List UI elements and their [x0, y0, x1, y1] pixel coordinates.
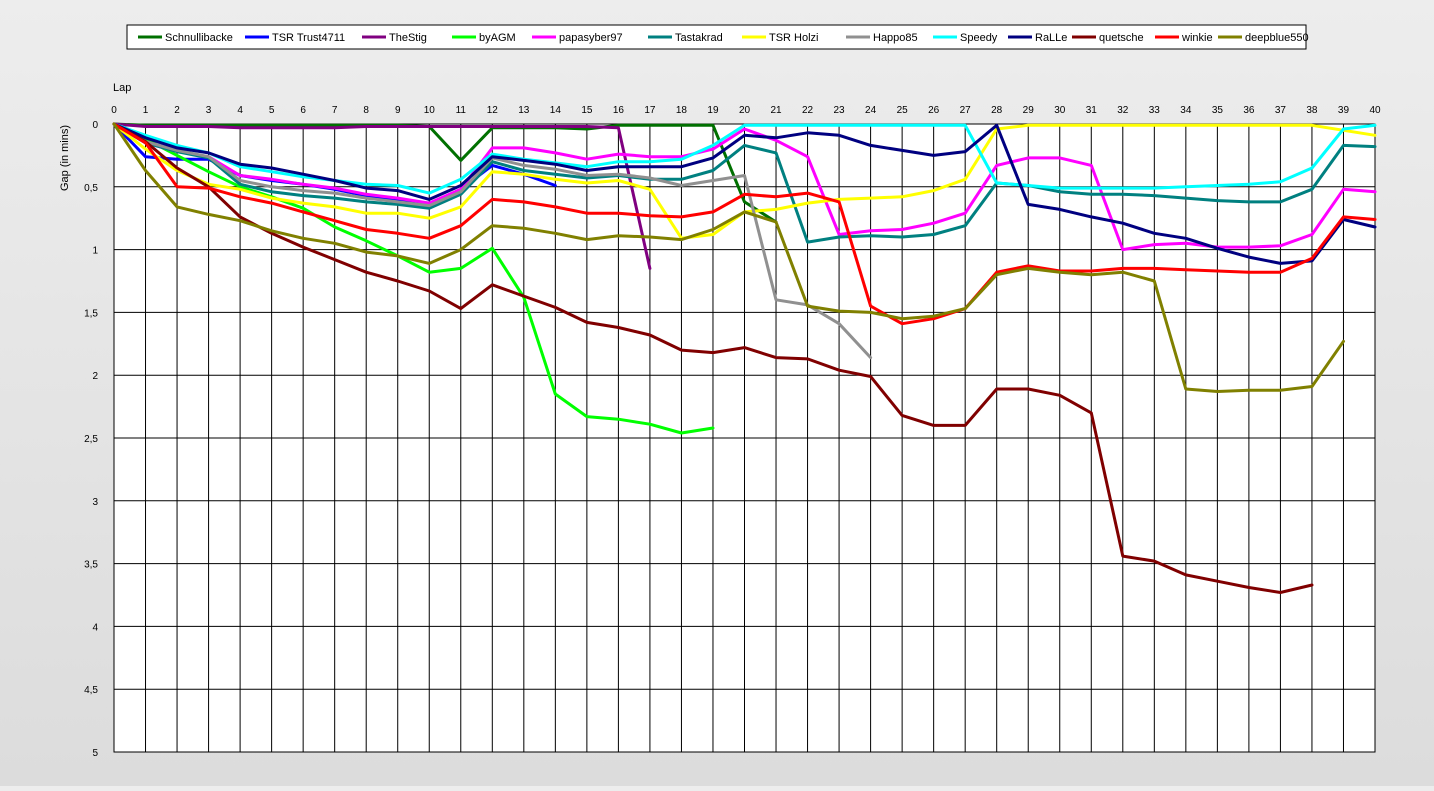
x-tick-label: 6 — [300, 105, 306, 116]
y-tick-label: 3,5 — [84, 560, 98, 571]
y-axis-label: Gap (in mins) — [59, 125, 71, 191]
x-tick-label: 8 — [363, 105, 369, 116]
x-tick-label: 31 — [1086, 105, 1098, 116]
x-tick-label: 37 — [1275, 105, 1287, 116]
x-tick-label: 4 — [237, 105, 243, 116]
x-tick-label: 13 — [518, 105, 530, 116]
legend-label: Tastakrad — [675, 32, 723, 44]
x-tick-label: 7 — [332, 105, 338, 116]
x-tick-label: 40 — [1369, 105, 1381, 116]
y-tick-label: 2 — [92, 371, 98, 382]
x-tick-label: 19 — [707, 105, 719, 116]
x-tick-label: 24 — [865, 105, 877, 116]
x-tick-label: 27 — [960, 105, 972, 116]
y-tick-label: 4 — [92, 622, 98, 633]
x-tick-label: 32 — [1117, 105, 1129, 116]
x-tick-label: 39 — [1338, 105, 1350, 116]
x-tick-label: 9 — [395, 105, 401, 116]
x-tick-label: 3 — [206, 105, 212, 116]
x-tick-label: 15 — [581, 105, 593, 116]
y-tick-label: 3 — [92, 497, 98, 508]
legend-label: papasyber97 — [559, 32, 623, 44]
x-tick-label: 1 — [143, 105, 149, 116]
lap-gap-chart: Schnullibacke TSR Trust4711 TheStig byAGM pa… — [0, 0, 1434, 786]
x-tick-label: 14 — [550, 105, 562, 116]
legend-label: winkie — [1181, 32, 1213, 44]
x-tick-label: 23 — [834, 105, 846, 116]
x-tick-label: 16 — [613, 105, 625, 116]
x-tick-label: 17 — [644, 105, 656, 116]
x-tick-label: 33 — [1149, 105, 1161, 116]
y-tick-label: 0,5 — [84, 183, 98, 194]
legend-label: Happo85 — [873, 32, 918, 44]
x-tick-label: 11 — [456, 105, 467, 116]
y-tick-label: 2,5 — [84, 434, 98, 445]
x-tick-label: 34 — [1180, 105, 1192, 116]
legend-label: TheStig — [389, 32, 427, 44]
x-tick-label: 20 — [739, 105, 751, 116]
plot-area: 0 1 2 3 4 5 6 7 8 9 10 11 12 13 14 15 16 17 18 19 20 21 22 23 24… — [84, 105, 1381, 759]
x-tick-label: 2 — [174, 105, 180, 116]
x-tick-label: 30 — [1054, 105, 1066, 116]
x-tick-label: 26 — [928, 105, 940, 116]
legend: Schnullibacke TSR Trust4711 TheStig byAGM pa… — [126, 24, 1309, 50]
x-tick-label: 12 — [487, 105, 499, 116]
y-tick-label: 0 — [92, 120, 98, 131]
legend-label: byAGM — [479, 32, 516, 44]
y-tick-label: 4,5 — [84, 685, 98, 696]
legend-label: Schnullibacke — [165, 32, 233, 44]
legend-label: RaLLe — [1035, 32, 1067, 44]
legend-label: Speedy — [960, 32, 998, 44]
x-tick-label: 18 — [676, 105, 688, 116]
y-tick-label: 1 — [92, 246, 98, 257]
x-tick-label: 35 — [1212, 105, 1224, 116]
legend-label: TSR Trust4711 — [272, 32, 345, 44]
legend-label: deepblue550 — [1245, 32, 1309, 44]
x-tick-label: 38 — [1306, 105, 1318, 116]
x-tick-label: 36 — [1243, 105, 1255, 116]
legend-label: TSR Holzi — [769, 32, 819, 44]
x-tick-label: 21 — [770, 105, 782, 116]
y-tick-label: 5 — [92, 748, 98, 759]
legend-label: quetsche — [1099, 32, 1144, 44]
x-tick-label: 28 — [991, 105, 1003, 116]
chart-canvas: Schnullibacke TSR Trust4711 TheStig byAGM pa… — [59, 24, 1381, 759]
x-tick-label: 25 — [897, 105, 909, 116]
x-tick-label: 22 — [802, 105, 814, 116]
y-tick-label: 1,5 — [84, 308, 98, 319]
x-tick-label: 10 — [424, 105, 436, 116]
x-tick-label: 0 — [111, 105, 117, 116]
x-axis-label: Lap — [113, 82, 131, 94]
x-tick-label: 5 — [269, 105, 275, 116]
x-tick-label: 29 — [1023, 105, 1035, 116]
